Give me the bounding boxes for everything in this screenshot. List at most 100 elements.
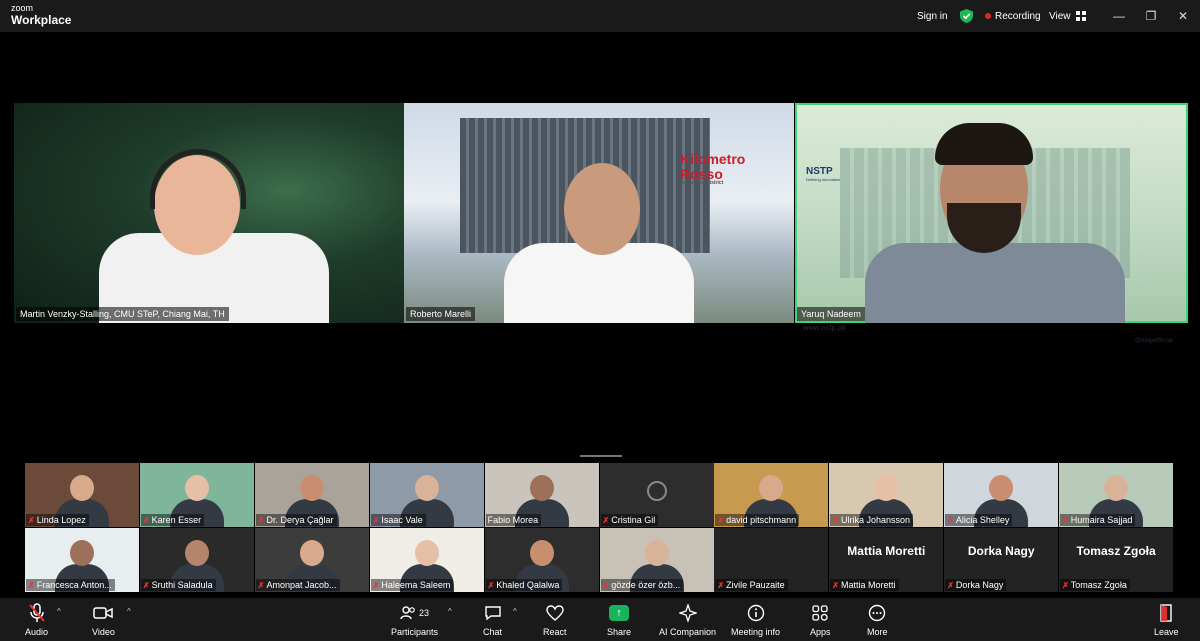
participant-tile[interactable]: ✗ Dr. Derya Çağlar: [254, 463, 369, 527]
speaker-name: Roberto Marelli: [406, 307, 476, 321]
audio-label: Audio: [25, 627, 49, 637]
participant-tile[interactable]: Fabio Morea: [484, 463, 599, 527]
speaker-name: Martin Venzky-Stalling, CMU STeP, Chiang…: [16, 307, 229, 321]
participant-face: [70, 475, 94, 501]
participant-nametag: ✗ Karen Esser: [140, 514, 205, 526]
participant-tile[interactable]: ✗ gözde özer özb...: [599, 528, 714, 592]
participant-tile[interactable]: ✗ Sruthi Saladula: [139, 528, 254, 592]
mic-muted-icon: ✗: [28, 515, 35, 525]
participants-label: Participants: [391, 627, 439, 637]
mic-muted-icon: ✗: [717, 580, 725, 590]
participant-tile[interactable]: Dorka Nagy ✗ Dorka Nagy: [944, 528, 1059, 592]
speaker-tile-1[interactable]: Martin Venzky-Stalling, CMU STeP, Chiang…: [14, 103, 404, 323]
react-label: React: [543, 627, 567, 637]
participant-face: [1104, 475, 1129, 501]
participant-nametag: ✗ Tomasz Zgoła: [1060, 579, 1130, 591]
participant-tile[interactable]: ✗ Khaled Qalalwa: [484, 528, 599, 592]
more-button[interactable]: More: [867, 602, 888, 637]
participant-tile[interactable]: ✗ Linda Lopez: [25, 463, 139, 527]
heart-icon: [546, 602, 564, 624]
security-shield-icon[interactable]: [960, 0, 973, 32]
participant-name: Isaac Vale: [381, 515, 423, 525]
participant-tile[interactable]: ✗ Amonpat Jacob...: [254, 528, 369, 592]
video-label: Video: [92, 627, 115, 637]
participant-tile[interactable]: ✗ Francesca Anton...: [25, 528, 139, 592]
react-button[interactable]: React: [543, 602, 567, 637]
video-options-caret-icon[interactable]: ^: [127, 607, 131, 616]
kilometro-rosso-logo: Kilometro Rosso innovation district: [680, 152, 745, 187]
close-window-button[interactable]: ✕: [1160, 0, 1200, 32]
logo-sub: innovation district: [680, 180, 724, 187]
participant-tile[interactable]: ✗ Ulrika Johansson: [829, 463, 944, 527]
participant-face: [184, 475, 209, 501]
sign-in-link[interactable]: Sign in: [917, 0, 948, 32]
participant-nametag: ✗ Haleema Saleem: [370, 579, 454, 591]
brand-top: zoom: [11, 3, 34, 13]
participant-tile[interactable]: ✗ Karen Esser: [139, 463, 254, 527]
speaker-tile-2[interactable]: Roberto Marelli: [404, 103, 794, 323]
recording-indicator[interactable]: Recording: [985, 0, 1041, 32]
chat-options-caret-icon[interactable]: ^: [513, 607, 517, 616]
audio-button[interactable]: Audio: [25, 602, 48, 637]
mic-muted-icon: ✗: [1062, 580, 1069, 590]
participant-name: Dorka Nagy: [955, 580, 1004, 590]
participant-face: [414, 475, 439, 501]
participant-nametag: ✗ Humaira Sajjad: [1060, 514, 1136, 526]
brand-bottom: Workplace: [11, 13, 72, 27]
participant-face: [989, 475, 1014, 501]
sparkle-icon: [678, 602, 697, 624]
chat-icon: [484, 602, 502, 624]
participants-button[interactable]: 23 Participants: [391, 602, 438, 637]
participants-options-caret-icon[interactable]: ^: [448, 607, 452, 616]
participant-nametag: ✗ Dorka Nagy: [945, 579, 1007, 591]
participant-name: gözde özer özb...: [611, 580, 681, 590]
resize-handle[interactable]: [580, 455, 622, 457]
leave-button[interactable]: Leave: [1154, 602, 1179, 637]
participants-icon: 23: [400, 602, 429, 624]
mic-muted-icon: ✗: [372, 580, 380, 590]
nstp-logo: NSTP Defining Innovation: [806, 166, 840, 182]
participant-name: Karen Esser: [151, 515, 202, 525]
participant-display-name: Tomasz Zgoła: [1076, 544, 1156, 558]
video-button[interactable]: Video: [92, 602, 115, 637]
chat-button[interactable]: Chat: [483, 602, 502, 637]
participant-display-name: Dorka Nagy: [967, 544, 1035, 558]
participant-tile[interactable]: ✗ Haleema Saleem: [369, 528, 484, 592]
meeting-info-label: Meeting info: [731, 627, 781, 637]
participant-nametag: ✗ Alicia Shelley: [945, 514, 1013, 526]
mic-muted-icon: ✗: [947, 580, 954, 590]
participant-face: [874, 475, 899, 501]
ai-companion-button[interactable]: AI Companion: [659, 602, 716, 637]
meeting-info-button[interactable]: Meeting info: [731, 602, 780, 637]
share-label: Share: [607, 627, 632, 637]
ai-companion-label: AI Companion: [659, 627, 717, 637]
mic-muted-icon: ✗: [257, 580, 265, 590]
view-button[interactable]: View: [1049, 0, 1086, 32]
participant-tile[interactable]: ✗ Zivile Pauzaite: [714, 528, 829, 592]
participant-name: Humaira Sajjad: [1070, 515, 1133, 525]
participant-nametag: ✗ Cristina Gil: [600, 514, 659, 526]
participant-name: Francesca Anton...: [36, 580, 112, 590]
participant-tile[interactable]: ✗ david pitschmann: [714, 463, 829, 527]
participant-display-name: Mattia Moretti: [847, 544, 926, 558]
participant-name: Fabio Morea: [487, 515, 539, 525]
participant-tile[interactable]: Tomasz Zgoła ✗ Tomasz Zgoła: [1059, 528, 1174, 592]
speaker-tile-3-active[interactable]: Yaruq Nadeem: [795, 103, 1188, 323]
apps-button[interactable]: Apps: [810, 602, 831, 637]
participant-tile[interactable]: ✗ Cristina Gil: [599, 463, 714, 527]
participant-tile[interactable]: ✗ Alicia Shelley: [944, 463, 1059, 527]
mic-muted-icon: ✗: [832, 580, 839, 590]
participants-count: 23: [419, 607, 430, 618]
audio-options-caret-icon[interactable]: ^: [57, 607, 61, 616]
participant-tile[interactable]: Mattia Moretti ✗ Mattia Moretti: [829, 528, 944, 592]
participant-tile[interactable]: ✗ Isaac Vale: [369, 463, 484, 527]
participant-name: Mattia Moretti: [841, 580, 896, 590]
participant-name: Tomasz Zgoła: [1070, 580, 1127, 590]
mic-muted-icon: ✗: [142, 515, 150, 525]
participant-nametag: ✗ Linda Lopez: [26, 514, 89, 526]
participant-nametag: ✗ Francesca Anton...: [26, 579, 115, 591]
participant-name: Zivile Pauzaite: [726, 580, 785, 590]
participant-face: [759, 475, 784, 501]
share-button[interactable]: ↑ Share: [607, 602, 631, 637]
participant-tile[interactable]: ✗ Humaira Sajjad: [1059, 463, 1174, 527]
